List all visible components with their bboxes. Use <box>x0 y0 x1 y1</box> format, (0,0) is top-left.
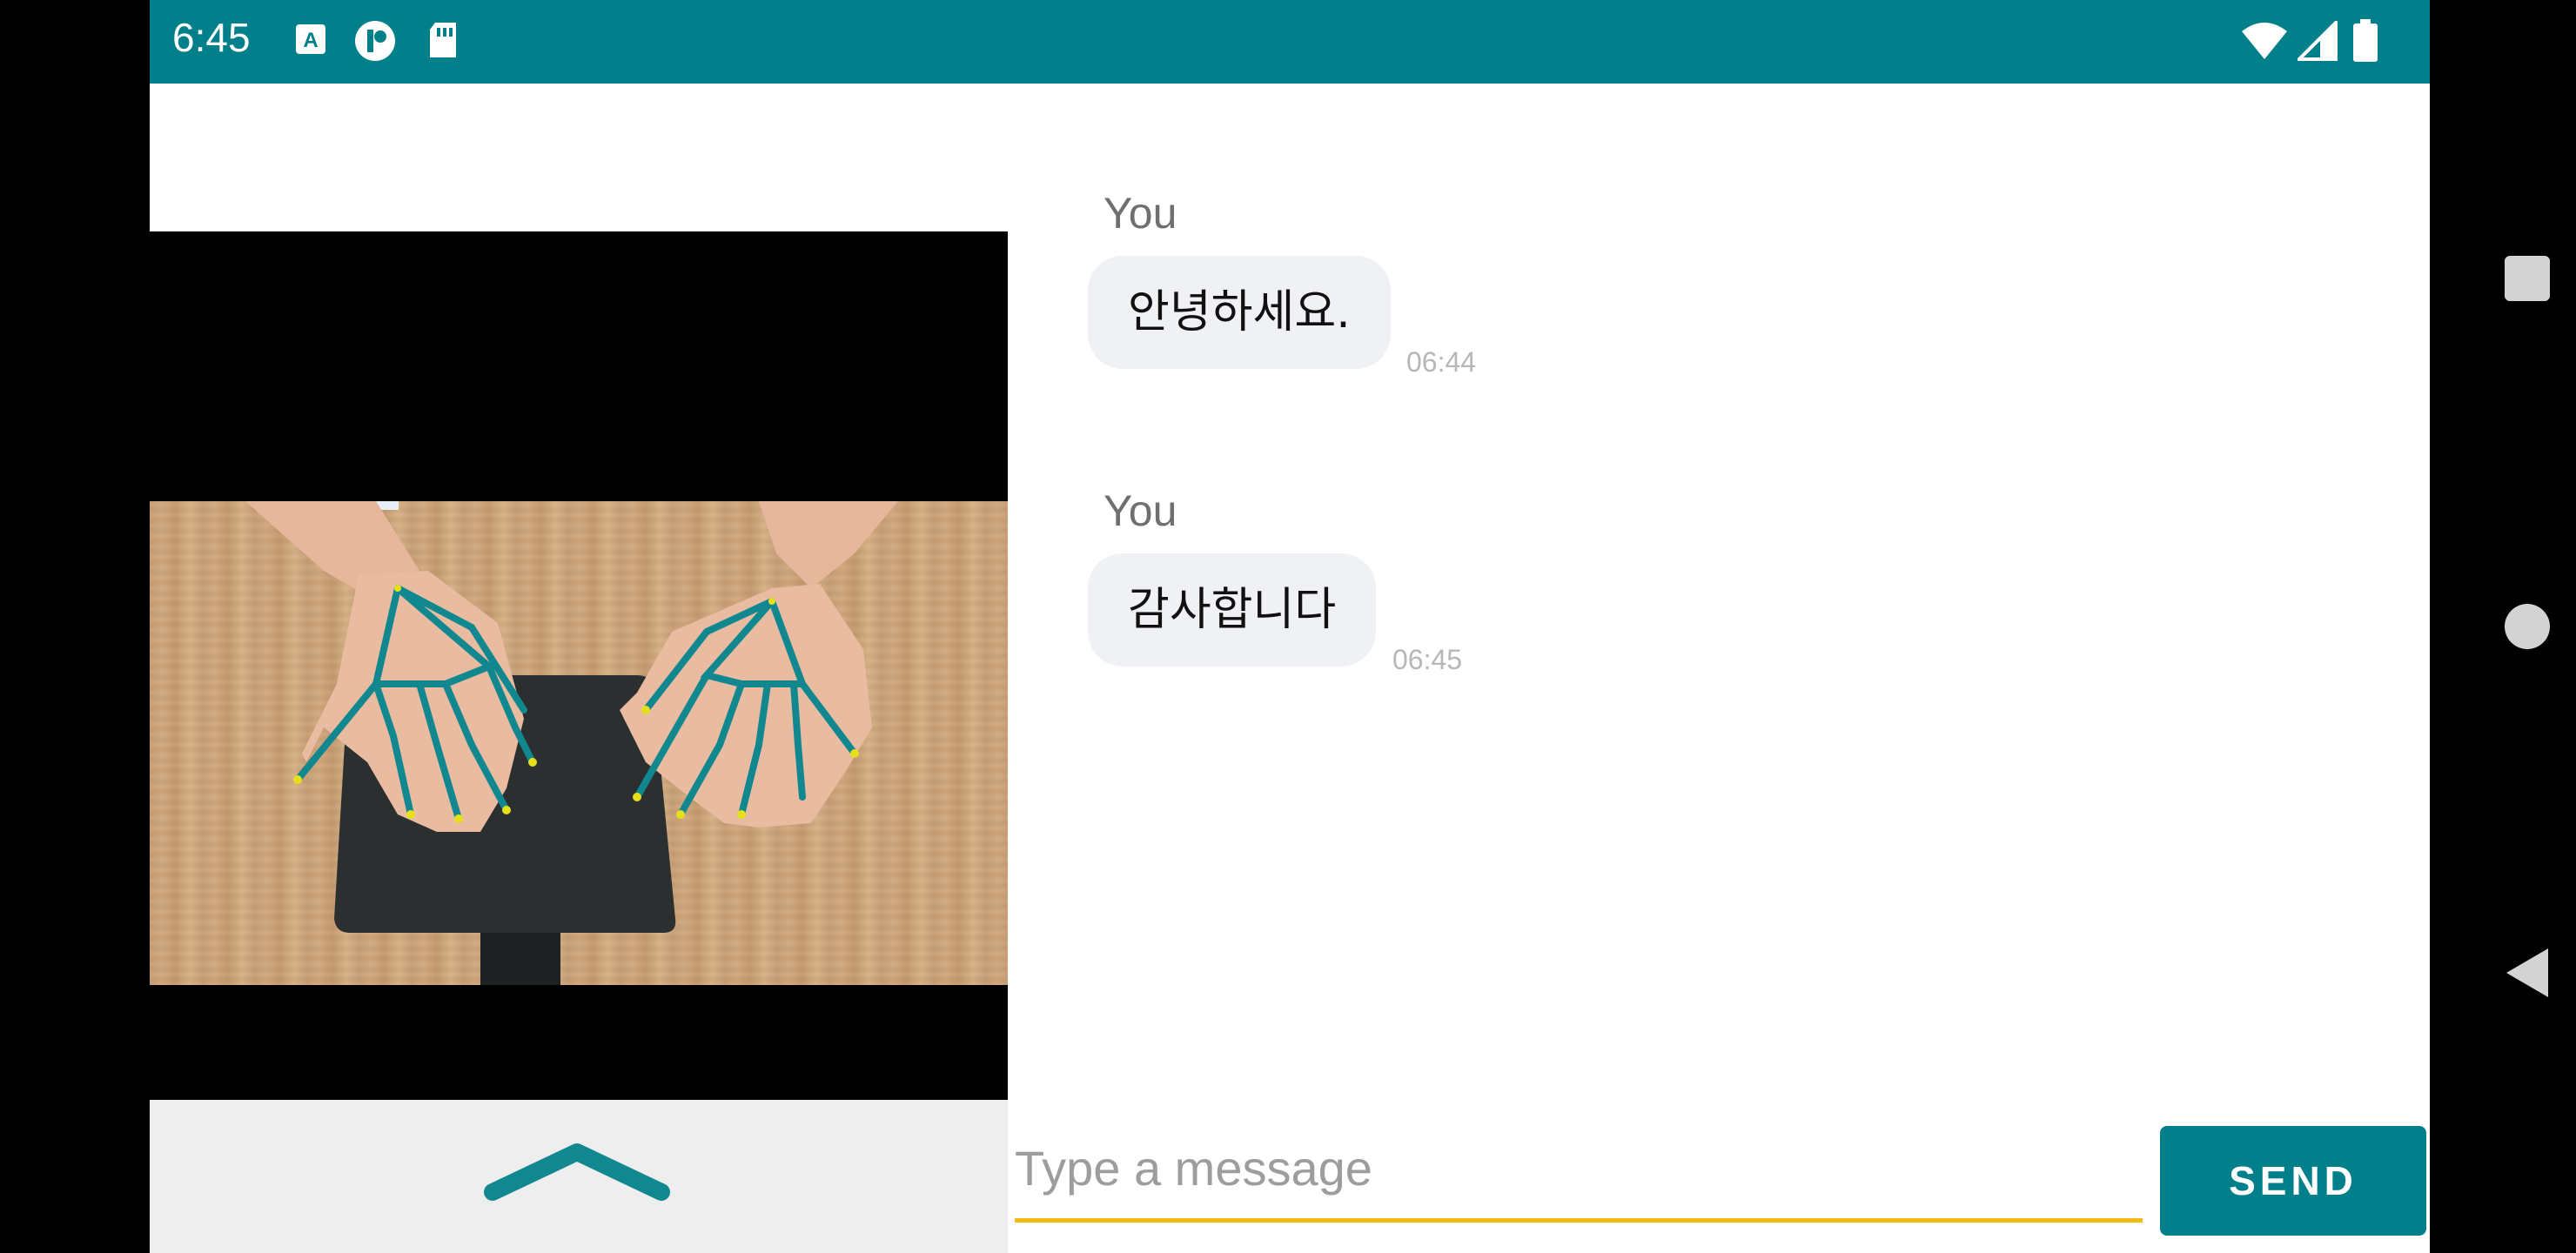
signal-icon <box>2295 18 2338 64</box>
home-circle-icon[interactable] <box>2503 602 2552 654</box>
expand-panel[interactable] <box>150 1100 1008 1253</box>
back-triangle-icon[interactable] <box>2503 947 2552 1002</box>
status-time: 6:45 <box>172 15 251 60</box>
svg-text:A: A <box>303 29 318 52</box>
navigation-bar <box>2430 0 2576 1253</box>
battery-icon <box>2351 19 2379 66</box>
hand-landmark-overlay <box>245 501 898 985</box>
wifi-icon <box>2240 21 2289 64</box>
camera-frame <box>150 501 1008 985</box>
message-time: 06:44 <box>1406 346 1477 378</box>
a-keyboard-icon: A <box>294 21 327 63</box>
message-sender: You <box>1104 486 1177 535</box>
camera-preview <box>150 231 1008 1100</box>
message-bubble[interactable]: 감사합니다 <box>1088 553 1377 667</box>
message-composer: SEND <box>1008 1100 2430 1253</box>
message-input[interactable] <box>1015 1129 2143 1206</box>
left-bezel <box>0 0 150 1253</box>
message-sender: You <box>1104 189 1177 238</box>
message-time: 06:45 <box>1392 644 1463 675</box>
chat-list[interactable]: You 안녕하세요. 06:44 You 감사합니다 06:45 <box>1020 84 2430 1093</box>
sd-card-icon <box>426 21 460 64</box>
chevron-up-icon[interactable] <box>484 1142 670 1204</box>
status-bar: 6:45 A <box>150 0 2430 84</box>
notch-curve <box>0 399 148 851</box>
recents-square-icon[interactable] <box>2503 254 2552 306</box>
message-bubble[interactable]: 안녕하세요. <box>1088 256 1391 369</box>
circle-app-icon <box>353 19 397 66</box>
send-button[interactable]: SEND <box>2160 1126 2426 1236</box>
app-screen: 6:45 A You 안녕하세요. 06:44 You 감사합니다 06:45 … <box>150 0 2430 1253</box>
input-underline <box>1015 1218 2143 1223</box>
